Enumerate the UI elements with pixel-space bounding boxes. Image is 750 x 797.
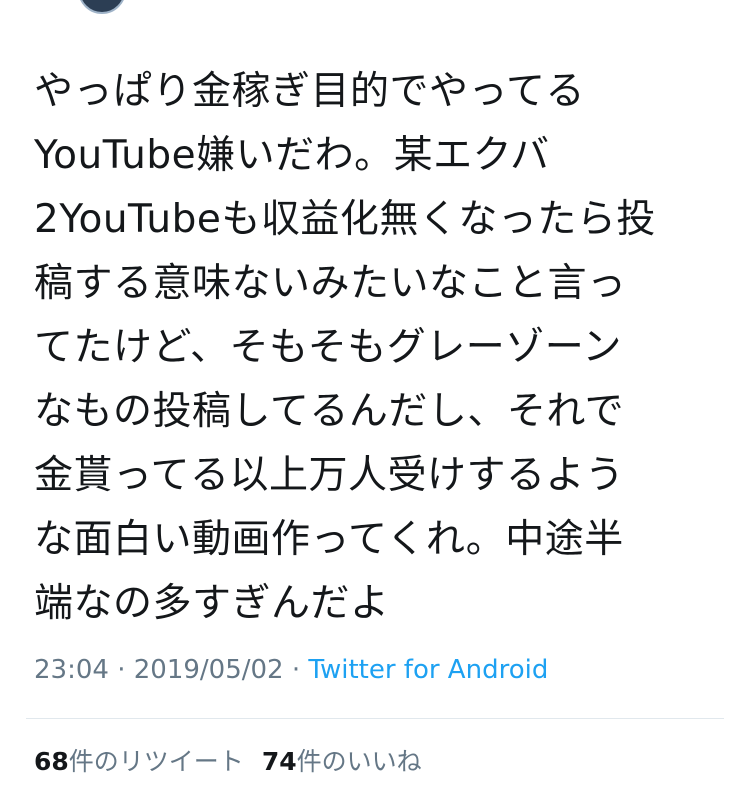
- likes-stat[interactable]: 74件のいいね: [262, 747, 422, 776]
- tweet-source-link[interactable]: Twitter for Android: [308, 655, 548, 685]
- tweet-date: 2019/05/02: [133, 655, 284, 685]
- likes-count: 74: [261, 747, 297, 776]
- tweet-stats: 68件のリツイート 74件のいいね: [34, 744, 422, 780]
- retweets-stat[interactable]: 68件のリツイート: [34, 747, 244, 776]
- tweet-meta: 23:04 · 2019/05/02 · Twitter for Android: [34, 652, 548, 688]
- meta-separator: ·: [117, 655, 126, 685]
- meta-separator: ·: [291, 655, 301, 685]
- tweet-time: 23:04: [34, 655, 109, 685]
- avatar[interactable]: [78, 0, 126, 14]
- likes-label: 件のいいね: [296, 747, 422, 776]
- divider: [26, 718, 724, 719]
- tweet-text: やっぱり金稼ぎ目的でやってる YouTube嫌いだわ。某エクバ 2YouTube…: [34, 69, 656, 626]
- retweets-count: 68: [34, 747, 69, 776]
- retweets-label: 件のリツイート: [68, 747, 244, 776]
